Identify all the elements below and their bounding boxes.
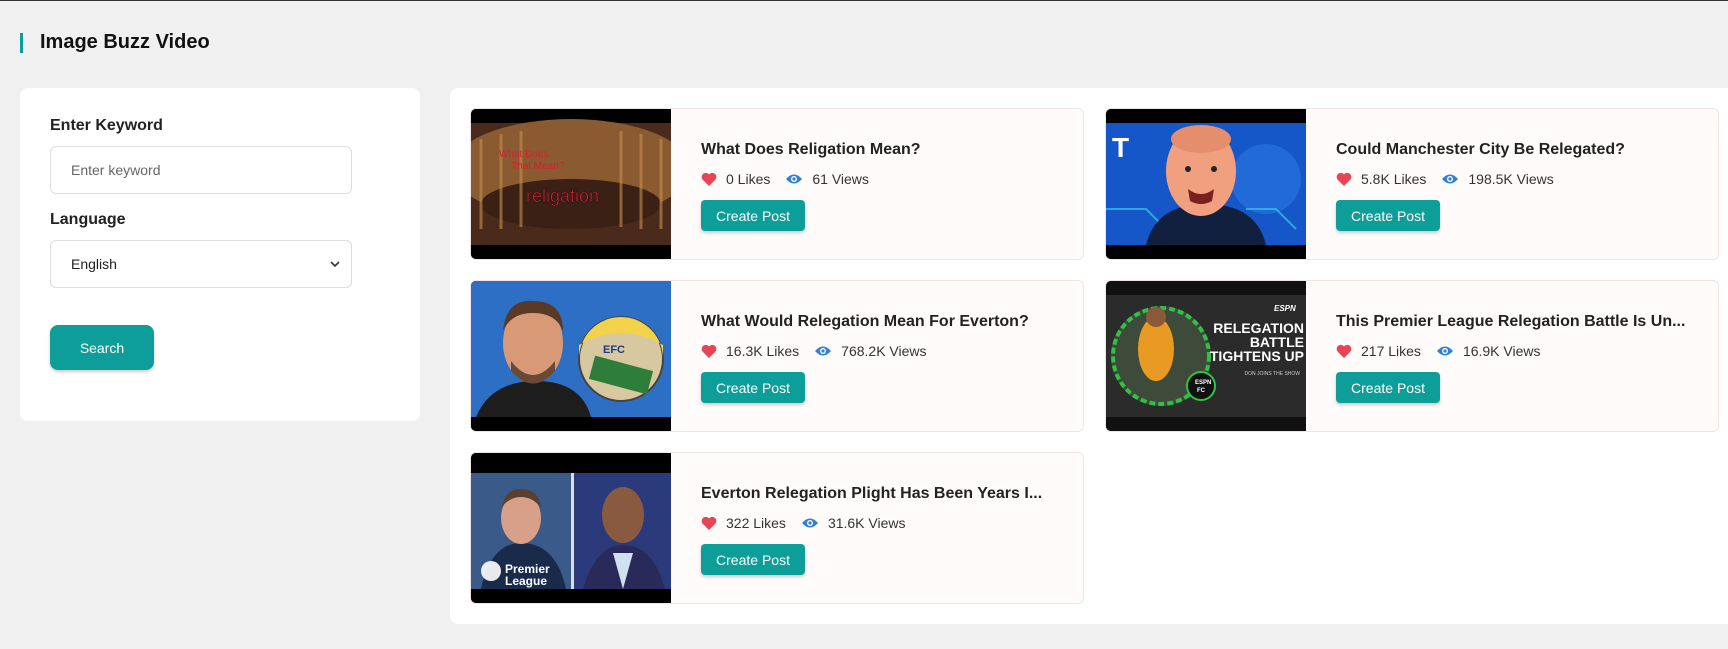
thumb-text-main: religation xyxy=(526,186,599,206)
thumb-league-line2: League xyxy=(505,574,547,588)
search-button[interactable]: Search xyxy=(50,325,154,370)
heart-icon xyxy=(1336,344,1352,358)
video-card: Premier League Everton Relegation Plight… xyxy=(470,452,1084,604)
eye-icon xyxy=(815,346,832,356)
heart-icon xyxy=(701,344,717,358)
video-title: What Would Relegation Mean For Everton? xyxy=(701,313,1029,330)
video-title: What Does Religation Mean? xyxy=(701,141,921,158)
title-accent-bar xyxy=(20,32,23,53)
thumb-text-stadium: EFC xyxy=(603,344,625,356)
create-post-button[interactable]: Create Post xyxy=(701,200,805,231)
video-stats: 322 Likes 31.6K Views xyxy=(701,515,906,531)
thumb-badge-top: ESPN xyxy=(1195,380,1211,386)
video-thumbnail[interactable]: What Does That Mean? religation xyxy=(471,109,671,259)
language-select[interactable]: English xyxy=(50,240,352,288)
keyword-input[interactable] xyxy=(50,146,352,194)
eye-icon xyxy=(1442,174,1459,184)
eye-icon xyxy=(1436,346,1453,356)
video-stats: 5.8K Likes 198.5K Views xyxy=(1336,171,1554,187)
thumb-badge-bottom: FC xyxy=(1197,388,1206,394)
eye-icon xyxy=(786,174,803,184)
likes-count: 5.8K Likes xyxy=(1361,171,1427,187)
create-post-button[interactable]: Create Post xyxy=(701,544,805,575)
video-stats: 0 Likes 61 Views xyxy=(701,171,869,187)
eye-icon xyxy=(801,518,818,528)
language-select-value: English xyxy=(71,256,117,272)
likes-count: 16.3K Likes xyxy=(726,343,800,359)
chevron-down-icon xyxy=(330,261,340,268)
video-stats: 217 Likes 16.9K Views xyxy=(1336,343,1541,359)
video-card: EFC What Would Relegation Mean For Evert… xyxy=(470,280,1084,432)
video-thumbnail[interactable]: EFC xyxy=(471,281,671,431)
video-card: ESPN FC ESPN RELEGATION BATTLE TIGHTENS … xyxy=(1105,280,1719,432)
keyword-label: Enter Keyword xyxy=(50,117,163,134)
likes-count: 217 Likes xyxy=(1361,343,1421,359)
create-post-button[interactable]: Create Post xyxy=(1336,372,1440,403)
video-thumbnail[interactable]: T xyxy=(1106,109,1306,259)
thumb-text-line1: What Does xyxy=(499,149,548,160)
create-post-button[interactable]: Create Post xyxy=(701,372,805,403)
video-card: What Does That Mean? religation What Doe… xyxy=(470,108,1084,260)
video-title: Everton Relegation Plight Has Been Years… xyxy=(701,485,1043,502)
create-post-button[interactable]: Create Post xyxy=(1336,200,1440,231)
thumb-text-line2: That Mean? xyxy=(511,161,565,172)
thumb-logo: T xyxy=(1112,132,1129,163)
video-thumbnail[interactable]: Premier League xyxy=(471,453,671,603)
page-header: Image Buzz Video xyxy=(20,31,210,54)
heart-icon xyxy=(1336,172,1352,186)
views-count: 198.5K Views xyxy=(1468,171,1554,187)
heart-icon xyxy=(701,516,717,530)
views-count: 768.2K Views xyxy=(841,343,927,359)
likes-count: 0 Likes xyxy=(726,171,771,187)
likes-count: 322 Likes xyxy=(726,515,786,531)
video-title: Could Manchester City Be Relegated? xyxy=(1336,141,1625,158)
video-card: T Could Manchester City Be Relegated? 5.… xyxy=(1105,108,1719,260)
heart-icon xyxy=(701,172,717,186)
results-panel: What Does That Mean? religation What Doe… xyxy=(450,88,1728,624)
views-count: 31.6K Views xyxy=(827,515,906,531)
views-count: 16.9K Views xyxy=(1462,343,1541,359)
thumb-subline: DON JOINS THE SHOW xyxy=(1245,371,1301,377)
page-title: Image Buzz Video xyxy=(40,31,210,53)
views-count: 61 Views xyxy=(812,171,869,187)
thumb-network-logo: ESPN xyxy=(1274,304,1296,313)
video-thumbnail[interactable]: ESPN FC ESPN RELEGATION BATTLE TIGHTENS … xyxy=(1106,281,1306,431)
video-stats: 16.3K Likes 768.2K Views xyxy=(701,343,927,359)
thumb-headline-3: TIGHTENS UP xyxy=(1210,348,1304,364)
video-title: This Premier League Relegation Battle Is… xyxy=(1336,313,1686,330)
filter-panel: Enter Keyword Language English Search xyxy=(20,88,420,421)
language-label: Language xyxy=(50,211,126,228)
